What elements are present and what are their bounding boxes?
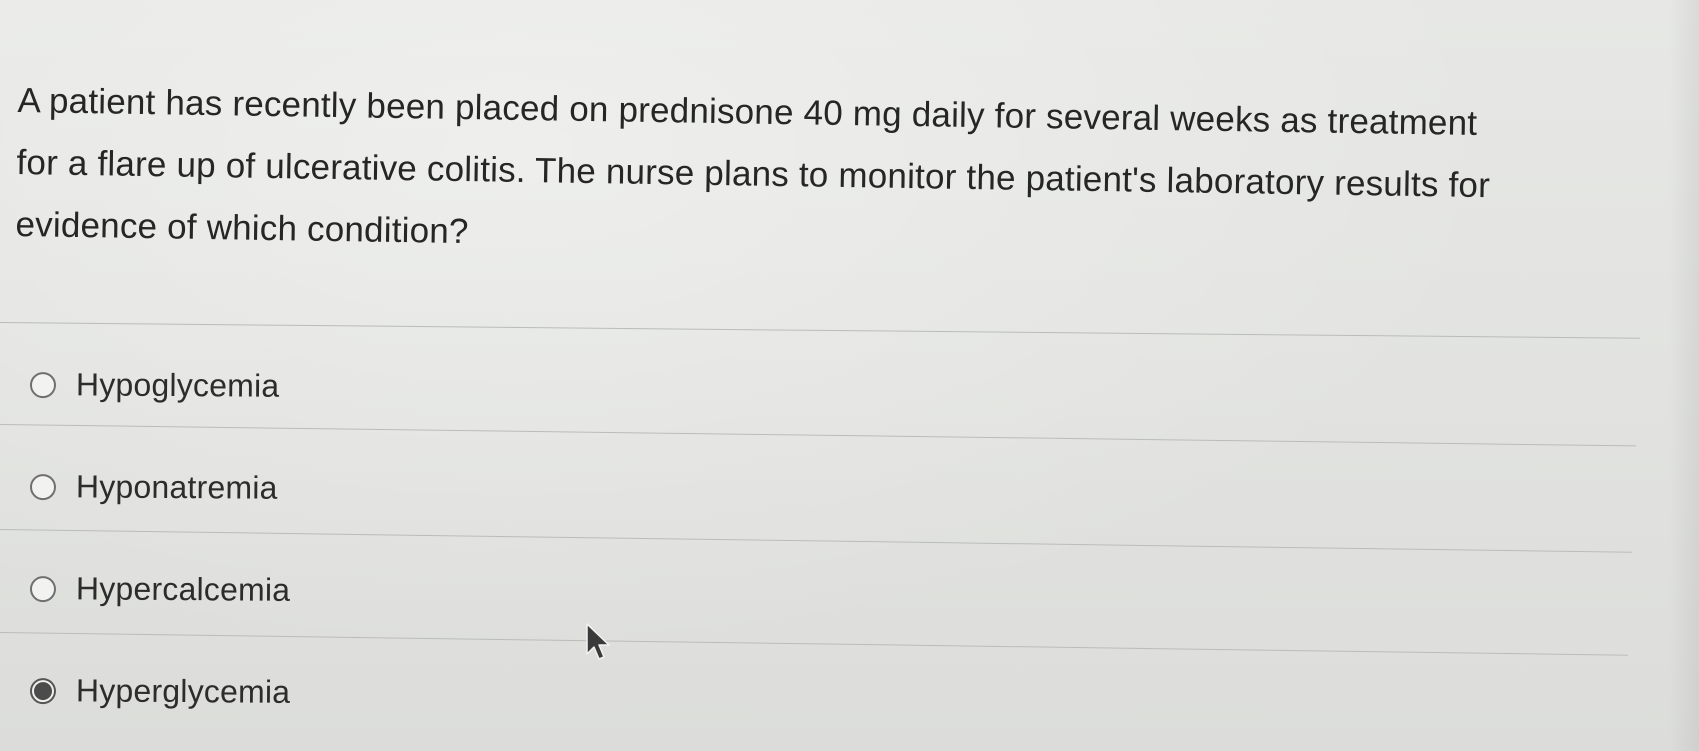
- option-hypoglycemia[interactable]: Hypoglycemia: [29, 366, 280, 405]
- radio-empty-icon[interactable]: [29, 371, 57, 398]
- option-label: Hyponatremia: [75, 468, 278, 506]
- option-hyponatremia[interactable]: Hyponatremia: [29, 468, 278, 507]
- screen-edge-shadow: [1669, 0, 1699, 751]
- radio-empty-icon[interactable]: [29, 473, 57, 500]
- divider: [0, 529, 1632, 553]
- question-text: A patient has recently been placed on pr…: [15, 80, 1491, 252]
- option-label: Hypoglycemia: [75, 366, 280, 404]
- radio-filled-icon[interactable]: [29, 677, 57, 704]
- radio-empty-icon[interactable]: [29, 575, 57, 602]
- option-hyperglycemia[interactable]: Hyperglycemia: [29, 672, 291, 711]
- divider: [0, 322, 1640, 339]
- divider: [0, 424, 1636, 447]
- radio-dot: [33, 681, 53, 700]
- mouse-pointer-icon: [586, 623, 610, 660]
- quiz-screen: A patient has recently been placed on pr…: [0, 0, 1699, 751]
- option-label: Hyperglycemia: [75, 672, 291, 710]
- option-label: Hypercalcemia: [75, 570, 291, 608]
- divider: [0, 632, 1628, 656]
- option-hypercalcemia[interactable]: Hypercalcemia: [29, 570, 291, 609]
